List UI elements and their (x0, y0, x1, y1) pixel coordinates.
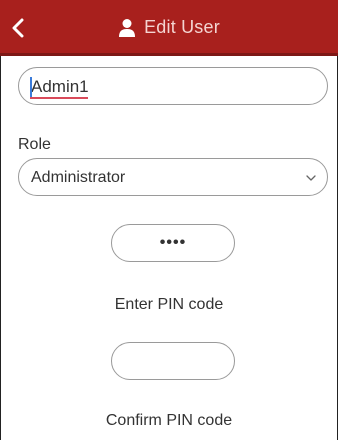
spellcheck-underline (30, 97, 88, 99)
confirm-pin-field[interactable] (111, 342, 235, 380)
page-title: Edit User (144, 17, 220, 37)
role-selected-value: Administrator (31, 169, 126, 186)
role-label: Role (18, 136, 51, 153)
role-select[interactable]: Administrator (18, 158, 328, 196)
app-header: Edit User (0, 0, 338, 56)
pin-label: Enter PIN code (114, 296, 224, 313)
chevron-down-icon (306, 175, 316, 181)
username-field[interactable] (18, 67, 328, 105)
confirm-pin-label: Confirm PIN code (105, 412, 233, 429)
pin-field[interactable]: •••• (111, 224, 235, 262)
user-icon (119, 18, 136, 37)
pin-masked-value: •••• (159, 234, 187, 251)
text-cursor (30, 77, 32, 97)
left-border (0, 56, 1, 440)
header-title: Edit User (0, 17, 338, 38)
